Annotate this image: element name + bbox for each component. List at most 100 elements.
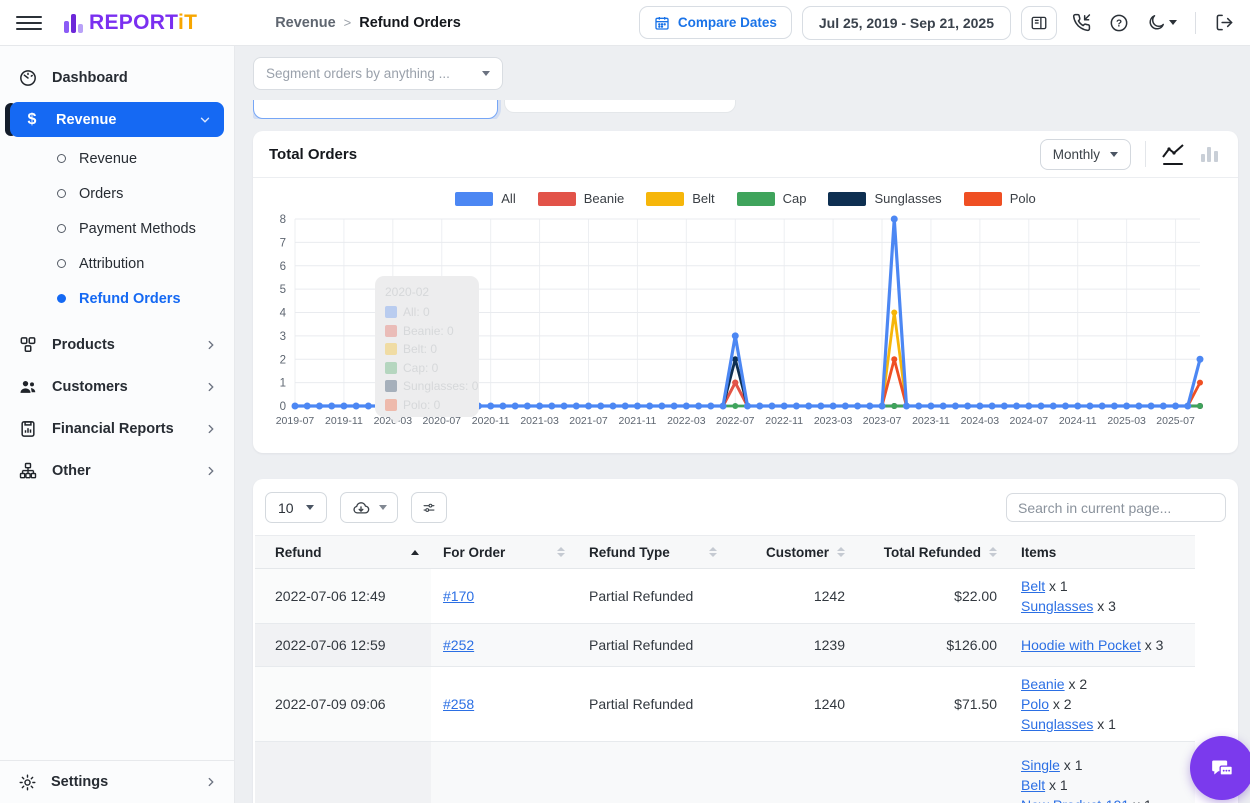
svg-text:2021-03: 2021-03 [520,415,559,427]
customer-id: 1239 [729,624,857,667]
refund-type: Partial Refunded [577,624,729,667]
bar-chart-toggle[interactable] [1196,146,1222,162]
table-row: 2023-08-12 09:10#339Full Refunded32$192.… [255,742,1195,803]
order-link[interactable]: #258 [443,696,474,712]
table-row: 2022-07-06 12:49#170Partial Refunded1242… [255,569,1195,624]
tooltip-entry: Belt: 0 [385,342,469,356]
table-row: 2022-07-09 09:06#258Partial Refunded1240… [255,667,1195,742]
product-link[interactable]: New Product-191 [1021,797,1129,803]
sidebar-item-settings[interactable]: Settings [0,760,234,803]
product-link[interactable]: Sunglasses [1021,716,1093,732]
svg-text:2019-11: 2019-11 [325,415,363,427]
customer-id: 32 [729,742,857,803]
page-size-select[interactable]: 10 [265,492,327,523]
line-chart-toggle[interactable] [1160,143,1186,166]
segment-filter-select[interactable]: Segment orders by anything ... [253,57,503,90]
legend-item-polo[interactable]: Polo [964,191,1036,206]
order-link[interactable]: #252 [443,637,474,653]
tooltip-text: Polo: 0 [403,398,440,412]
sort-icons [557,547,565,557]
product-link[interactable]: Belt [1021,777,1045,793]
chart-header: Total Orders Monthly [253,131,1238,178]
svg-text:2025-07: 2025-07 [1156,415,1195,427]
product-link[interactable]: Single [1021,757,1060,773]
logout-icon[interactable] [1210,9,1238,37]
date-range-input[interactable]: Jul 25, 2019 - Sep 21, 2025 [802,6,1011,40]
total-refunded: $126.00 [857,624,1009,667]
customer-id: 1240 [729,667,857,742]
tooltip-text: Belt: 0 [403,342,437,356]
moon-icon [1147,13,1166,32]
item-line: Hoodie with Pocket x 3 [1021,635,1183,655]
chat-widget-button[interactable] [1190,736,1250,800]
sidebar-item-refund-orders[interactable]: Refund Orders [0,281,234,316]
sidebar-group-revenue[interactable]: $ Revenue [10,102,224,137]
dark-mode-toggle[interactable] [1143,9,1181,37]
sidebar-item-orders[interactable]: Orders [0,176,234,211]
legend-item-all[interactable]: All [455,191,515,206]
column-header-for-order[interactable]: For Order [431,536,577,569]
bullet-icon [57,294,66,303]
refund-datetime: 2022-07-06 12:59 [255,624,431,667]
legend-item-belt[interactable]: Belt [646,191,714,206]
column-header-customer[interactable]: Customer [729,536,857,569]
legend-swatch [964,192,1002,206]
sidebar-label: Customers [52,379,128,395]
column-header-total-refunded[interactable]: Total Refunded [857,536,1009,569]
legend-label: Sunglasses [874,191,941,206]
granularity-select[interactable]: Monthly [1040,139,1131,170]
chart-title: Total Orders [269,146,357,163]
sidebar-item-attribution[interactable]: Attribution [0,246,234,281]
bar-chart-icon [1201,146,1218,162]
compare-dates-button[interactable]: Compare Dates [639,6,792,39]
product-link[interactable]: Sunglasses [1021,598,1093,614]
svg-text:1: 1 [280,378,286,390]
export-button[interactable] [340,492,398,523]
tooltip-text: Sunglasses: 0 [403,379,478,393]
menu-icon[interactable] [16,10,42,36]
search-input[interactable] [1006,493,1226,522]
column-header-refund-type[interactable]: Refund Type [577,536,729,569]
sidebar-item-products[interactable]: Products [0,324,234,366]
brand-logo[interactable]: REPORTiT [64,13,197,33]
refund-datetime: 2023-08-12 09:10 [255,742,431,803]
sidebar-item-dashboard[interactable]: Dashboard [0,58,234,98]
column-header-refund[interactable]: Refund [255,536,431,569]
legend-item-beanie[interactable]: Beanie [538,191,624,206]
sidebar-item-customers[interactable]: Customers [0,366,234,408]
for-order-cell: #258 [431,667,577,742]
help-icon[interactable]: ? [1105,9,1133,37]
svg-text:2024-07: 2024-07 [1010,415,1049,427]
order-link[interactable]: #170 [443,588,474,604]
filter-button[interactable] [411,492,447,523]
column-label: Customer [766,545,829,560]
product-link[interactable]: Beanie [1021,676,1065,692]
svg-text:?: ? [1116,18,1122,29]
sidebar-item-other[interactable]: Other [0,450,234,492]
logo-bars-icon [64,13,83,33]
legend-label: Cap [783,191,807,206]
kpi-card-selected[interactable] [253,100,498,119]
sidebar-item-revenue[interactable]: Revenue [0,141,234,176]
phone-incoming-icon[interactable] [1067,9,1095,37]
panel-toggle-button[interactable] [1021,6,1057,40]
legend-item-sunglasses[interactable]: Sunglasses [828,191,941,206]
kpi-card[interactable] [504,100,736,113]
sidebar-label: Settings [51,774,108,790]
total-refunded: $71.50 [857,667,1009,742]
product-link[interactable]: Belt [1021,578,1045,594]
sidebar-item-financial-reports[interactable]: Financial Reports [0,408,234,450]
sidebar-item-payment-methods[interactable]: Payment Methods [0,211,234,246]
svg-text:2023-11: 2023-11 [912,415,950,427]
total-refunded: $192.60 [857,742,1009,803]
app-window: REPORTiT Revenue > Refund Orders Compare… [0,0,1250,803]
column-label: Refund Type [589,545,670,560]
refund-type: Full Refunded [577,742,729,803]
product-link[interactable]: Polo [1021,696,1049,712]
product-link[interactable]: Hoodie with Pocket [1021,637,1141,653]
item-line: Belt x 1 [1021,775,1183,795]
breadcrumb-parent[interactable]: Revenue [275,15,335,31]
tooltip-entry: Sunglasses: 0 [385,379,469,393]
legend-item-cap[interactable]: Cap [737,191,807,206]
chevron-right-icon [204,380,218,394]
